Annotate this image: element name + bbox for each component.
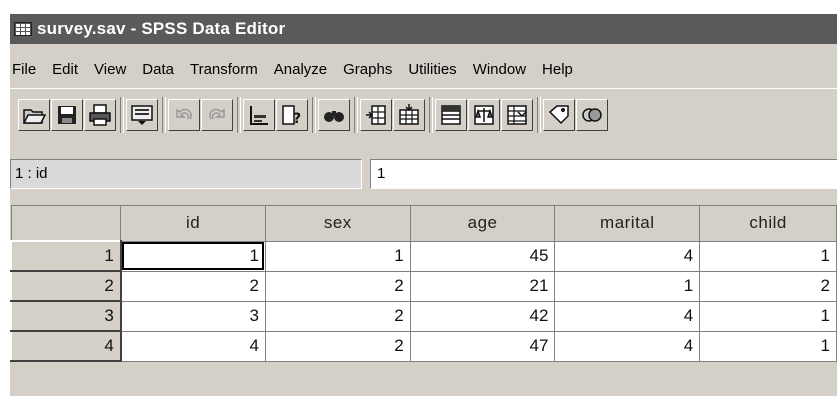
column-header-id[interactable]: id (120, 205, 266, 242)
toolbar-separator (162, 97, 166, 133)
value-labels-button[interactable] (543, 99, 575, 131)
insert-case-button[interactable] (360, 99, 392, 131)
table-row: 2 2 2 21 1 2 (10, 270, 837, 302)
data-cell[interactable]: 2 (264, 300, 411, 332)
data-cell[interactable]: 4 (120, 330, 266, 362)
toolbar-separator (237, 97, 241, 133)
save-button[interactable] (51, 99, 83, 131)
data-cell[interactable]: 4 (554, 240, 701, 272)
dialog-recall-button[interactable] (126, 99, 158, 131)
menu-graphs[interactable]: Graphs (343, 61, 392, 78)
data-cell[interactable]: 1 (699, 330, 837, 362)
insert-variable-icon (399, 104, 419, 125)
data-cell[interactable]: 42 (409, 300, 556, 332)
select-cases-button[interactable] (501, 99, 533, 131)
spss-data-editor-window: survey.sav - SPSS Data Editor File Edit … (0, 0, 837, 396)
screen-margin-left (0, 0, 10, 396)
menu-data[interactable]: Data (142, 61, 174, 78)
find-icon (324, 111, 344, 122)
data-cell[interactable]: 4 (554, 330, 701, 362)
use-sets-button[interactable] (576, 99, 608, 131)
print-button[interactable] (84, 99, 116, 131)
value-labels-icon (548, 105, 569, 125)
menu-utilities[interactable]: Utilities (408, 61, 456, 78)
open-file-button[interactable] (18, 99, 50, 131)
data-cell[interactable]: 1 (699, 240, 837, 272)
data-cell[interactable]: 2 (264, 270, 411, 302)
weight-cases-button[interactable] (468, 99, 500, 131)
screen-margin-top (0, 0, 837, 14)
goto-case-button[interactable]: ? (276, 99, 308, 131)
data-cell[interactable]: 1 (554, 270, 701, 302)
save-icon (58, 106, 76, 124)
redo-icon (209, 108, 225, 120)
toolbar-separator (312, 97, 316, 133)
toolbar-separator (429, 97, 433, 133)
goto-chart-icon (250, 106, 268, 125)
menu-file[interactable]: File (12, 61, 36, 78)
menu-bar: File Edit View Data Transform Analyze Gr… (10, 56, 837, 82)
split-file-icon (441, 105, 461, 125)
data-cell[interactable]: 4 (554, 300, 701, 332)
open-file-icon (22, 109, 46, 124)
menu-analyze[interactable]: Analyze (274, 61, 327, 78)
toolbar: ? (10, 88, 837, 149)
column-header-row: id sex age marital child (10, 205, 837, 242)
select-cases-icon (507, 105, 527, 125)
row-number[interactable]: 4 (10, 330, 122, 362)
insert-case-icon (366, 105, 386, 125)
column-header-age[interactable]: age (409, 205, 556, 242)
toolbar-separator (120, 97, 124, 133)
table-row: 4 4 2 47 4 1 (10, 330, 837, 362)
cell-reference: 1 : id (10, 159, 362, 189)
toolbar-separator (354, 97, 358, 133)
menu-help[interactable]: Help (542, 61, 573, 78)
row-number[interactable]: 3 (10, 300, 122, 332)
table-row: 1 1 1 45 4 1 (10, 240, 837, 272)
data-cell[interactable]: 1 (699, 300, 837, 332)
split-file-button[interactable] (435, 99, 467, 131)
title-bar[interactable]: survey.sav - SPSS Data Editor (10, 14, 837, 44)
redo-button[interactable] (201, 99, 233, 131)
cell-value-input[interactable]: 1 (370, 159, 837, 189)
column-header-sex[interactable]: sex (264, 205, 411, 242)
window-title: survey.sav - SPSS Data Editor (37, 19, 286, 38)
data-cell[interactable]: 21 (409, 270, 556, 302)
goto-case-icon: ? (282, 105, 301, 127)
weight-cases-icon (474, 105, 494, 125)
menu-transform[interactable]: Transform (190, 61, 258, 78)
menu-edit[interactable]: Edit (52, 61, 78, 78)
data-cell[interactable]: 1 (264, 240, 411, 272)
row-number[interactable]: 2 (10, 270, 122, 302)
data-cell[interactable]: 2 (120, 270, 266, 302)
goto-chart-button[interactable] (243, 99, 275, 131)
data-cell[interactable]: 47 (409, 330, 556, 362)
menu-view[interactable]: View (94, 61, 126, 78)
data-cell[interactable]: 1 (120, 240, 266, 272)
row-number[interactable]: 1 (10, 240, 122, 272)
data-cell[interactable]: 3 (120, 300, 266, 332)
table-row: 3 3 2 42 4 1 (10, 300, 837, 332)
undo-icon (176, 108, 192, 120)
data-grid: id sex age marital child 1 1 1 45 4 1 2 … (10, 205, 837, 362)
column-header-marital[interactable]: marital (554, 205, 701, 242)
column-header-child[interactable]: child (699, 205, 837, 242)
undo-button[interactable] (168, 99, 200, 131)
toolbar-separator (537, 97, 541, 133)
data-cell[interactable]: 2 (264, 330, 411, 362)
corner-cell[interactable] (10, 205, 122, 242)
data-editor-icon (14, 22, 32, 36)
menu-window[interactable]: Window (473, 61, 526, 78)
use-sets-icon (582, 108, 602, 122)
insert-variable-button[interactable] (393, 99, 425, 131)
dialog-recall-icon (131, 105, 153, 125)
data-cell[interactable]: 45 (409, 240, 556, 272)
svg-text:?: ? (293, 111, 301, 127)
find-button[interactable] (318, 99, 350, 131)
cell-editor-bar: 1 : id 1 (10, 156, 837, 196)
data-cell[interactable]: 2 (699, 270, 837, 302)
print-icon (89, 104, 111, 126)
